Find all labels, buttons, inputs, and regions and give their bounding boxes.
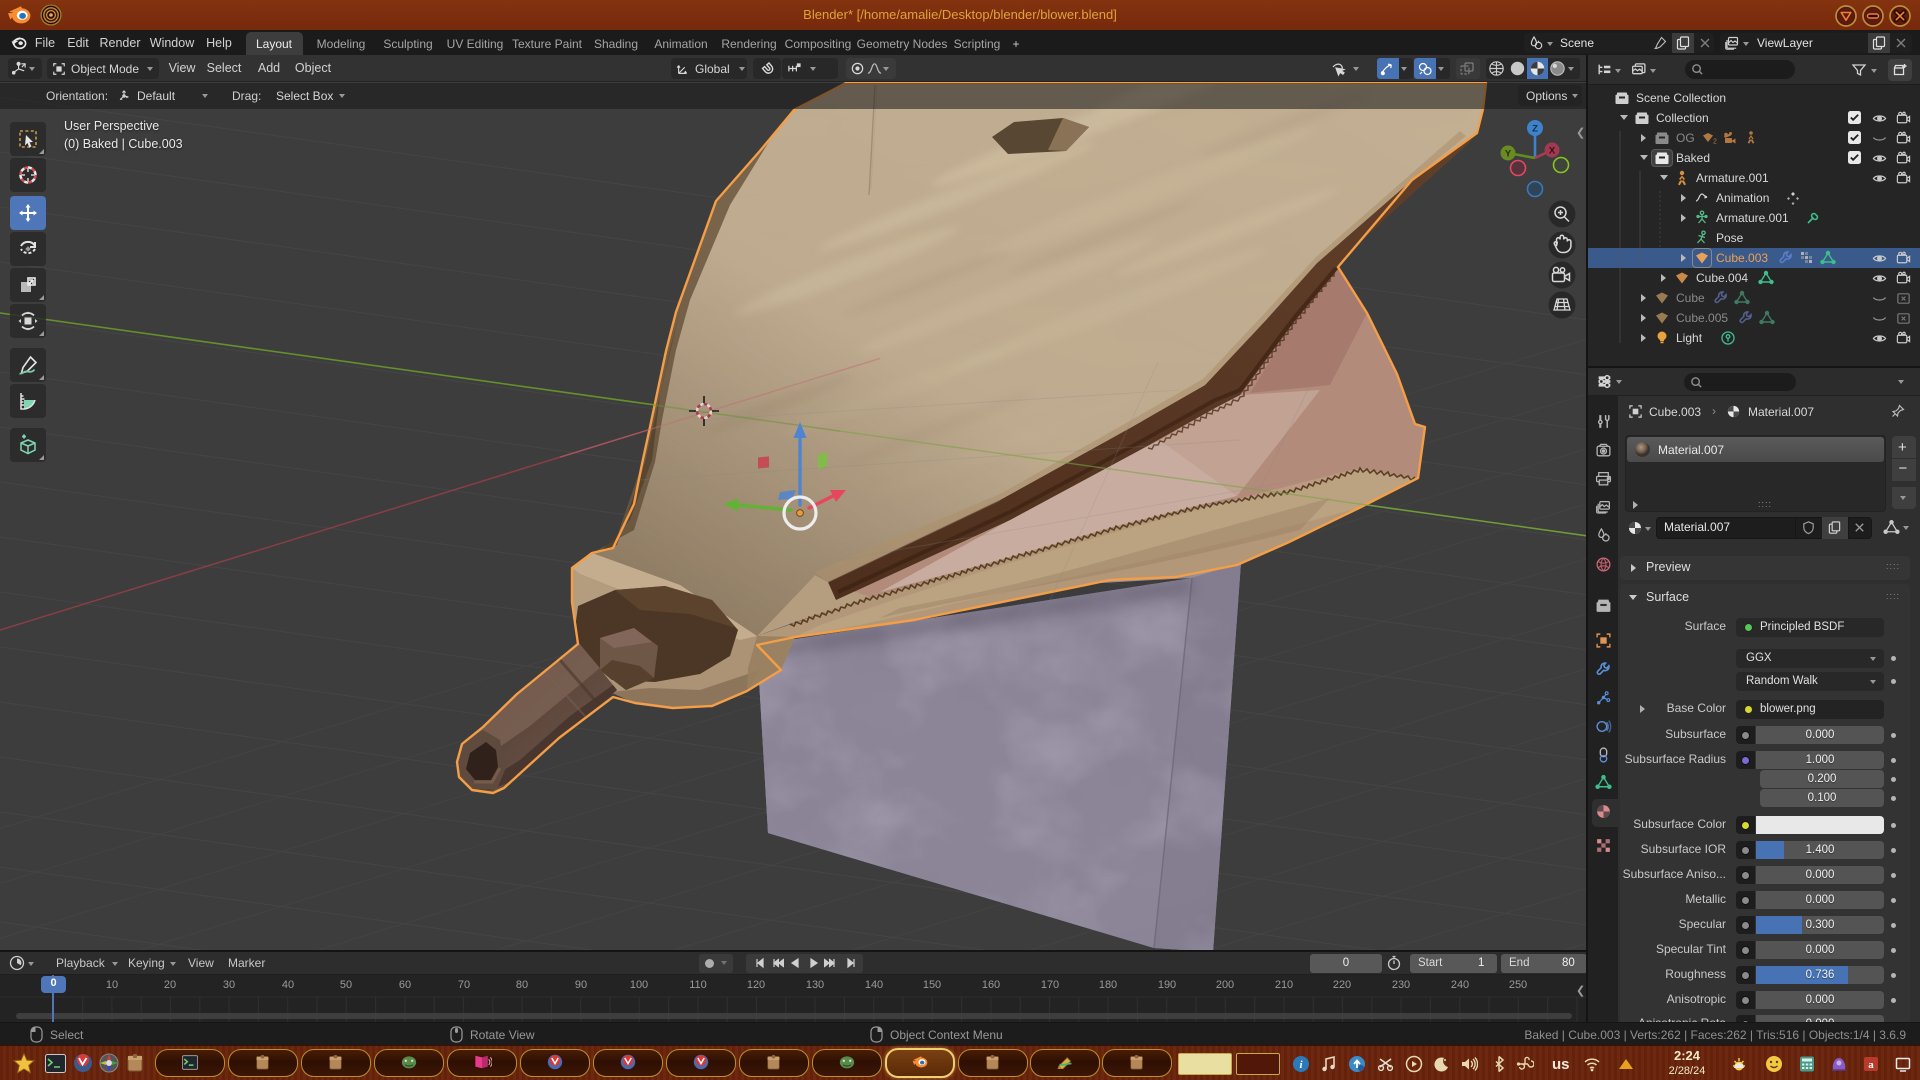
svg-text:Z: Z — [1532, 124, 1538, 135]
svg-text:a: a — [1868, 1059, 1874, 1071]
svg-text:Y: Y — [1505, 149, 1512, 160]
svg-text:X: X — [1549, 146, 1556, 157]
